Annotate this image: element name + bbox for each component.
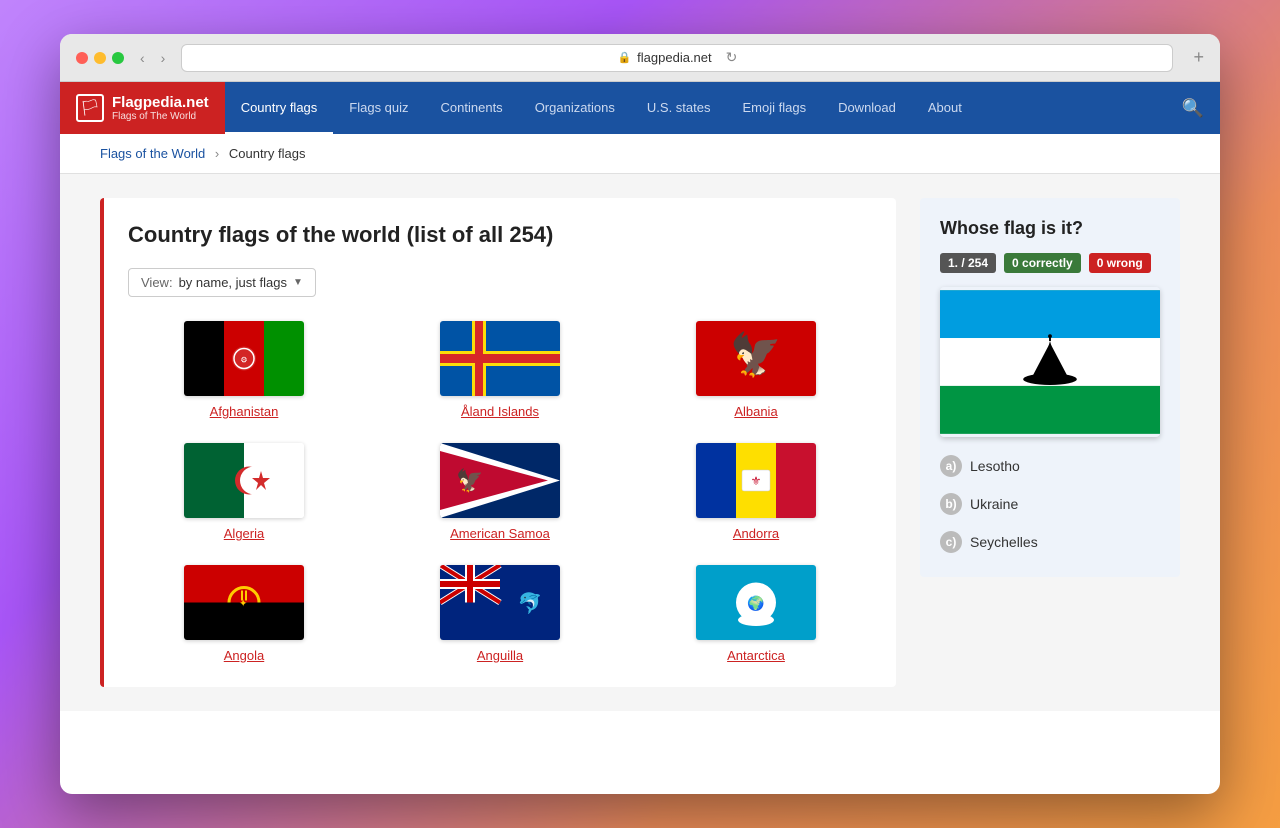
flag-item-angola[interactable]: ✦ Angola [128,565,360,663]
flag-item-antarctica[interactable]: 🌍 Antarctica [640,565,872,663]
option-letter-b: b) [940,493,962,515]
svg-text:⚜: ⚜ [751,474,762,488]
flag-item-american-samoa[interactable]: 🦅 American Samoa [384,443,616,541]
flags-grid: ⚙ Afghanistan [128,321,872,663]
nav-item-organizations[interactable]: Organizations [519,82,631,134]
flag-item-aland[interactable]: Åland Islands [384,321,616,419]
flag-name-antarctica[interactable]: Antarctica [727,648,785,663]
flag-item-afghanistan[interactable]: ⚙ Afghanistan [128,321,360,419]
flag-image-anguilla: 🐬 [440,565,560,640]
browser-nav: ‹ › [136,46,169,70]
flag-name-anguilla[interactable]: Anguilla [477,648,523,663]
flag-image-american-samoa: 🦅 [440,443,560,518]
option-letter-a: a) [940,455,962,477]
refresh-button[interactable]: ↻ [726,49,738,66]
breadcrumb-home[interactable]: Flags of the World [100,146,205,161]
flag-name-afghanistan[interactable]: Afghanistan [210,404,279,419]
content-area: Country flags of the world (list of all … [60,174,1220,711]
site-nav: 🏳 Flagpedia.net Flags of The World Count… [60,82,1220,134]
option-text-b: Ukraine [970,496,1018,512]
forward-button[interactable]: › [157,46,170,70]
right-panel: Whose flag is it? 1. / 254 0 correctly 0… [920,198,1180,577]
flag-name-algeria[interactable]: Algeria [224,526,264,541]
view-value: by name, just flags [179,275,287,290]
quiz-stats: 1. / 254 0 correctly 0 wrong [940,253,1160,273]
flag-name-american-samoa[interactable]: American Samoa [450,526,550,541]
breadcrumb-separator: › [215,146,219,161]
site-logo[interactable]: 🏳 Flagpedia.net Flags of The World [60,82,225,134]
back-button[interactable]: ‹ [136,46,149,70]
flag-image-andorra: ⚜ [696,443,816,518]
svg-text:🦅: 🦅 [730,329,782,379]
breadcrumb: Flags of the World › Country flags [60,134,1220,174]
flag-image-angola: ✦ [184,565,304,640]
address-bar[interactable]: 🔒 flagpedia.net ↻ [181,44,1173,72]
nav-item-flags-quiz[interactable]: Flags quiz [333,82,424,134]
svg-text:🦅: 🦅 [456,467,483,493]
nav-items: Country flags Flags quiz Continents Orga… [225,82,1166,134]
quiz-flag-image [940,287,1160,437]
browser-dots [76,52,124,64]
dot-close[interactable] [76,52,88,64]
quiz-option-b[interactable]: b) Ukraine [940,489,1160,519]
quiz-wrong: 0 wrong [1089,253,1151,273]
nav-item-about[interactable]: About [912,82,978,134]
nav-item-continents[interactable]: Continents [425,82,519,134]
quiz-correctly: 0 correctly [1004,253,1081,273]
svg-text:🐬: 🐬 [518,591,543,615]
quiz-option-c[interactable]: c) Seychelles [940,527,1160,557]
new-tab-button[interactable]: + [1193,47,1204,68]
nav-item-us-states[interactable]: U.S. states [631,82,727,134]
svg-text:🌍: 🌍 [747,595,764,612]
logo-text: Flagpedia.net Flags of The World [112,94,209,122]
quiz-option-a[interactable]: a) Lesotho [940,451,1160,481]
flag-item-albania[interactable]: 🦅 Albania [640,321,872,419]
svg-text:⚙: ⚙ [240,356,247,365]
browser-chrome: ‹ › 🔒 flagpedia.net ↻ + [60,34,1220,82]
logo-title: Flagpedia.net [112,94,209,111]
url-text: flagpedia.net [637,50,711,65]
flag-item-andorra[interactable]: ⚜ Andorra [640,443,872,541]
page-title: Country flags of the world (list of all … [128,222,872,248]
flag-item-algeria[interactable]: Algeria [128,443,360,541]
flag-image-antarctica: 🌍 [696,565,816,640]
flag-image-algeria [184,443,304,518]
dot-maximize[interactable] [112,52,124,64]
search-icon[interactable]: 🔍 [1166,82,1220,134]
quiz-count: 1. / 254 [940,253,996,273]
quiz-options: a) Lesotho b) Ukraine c) Seychelles [940,451,1160,557]
view-selector[interactable]: View: by name, just flags ▼ [128,268,316,297]
nav-item-emoji-flags[interactable]: Emoji flags [726,82,822,134]
main-content: Flags of the World › Country flags Count… [60,134,1220,711]
logo-icon: 🏳 [76,94,104,122]
flag-name-angola[interactable]: Angola [224,648,264,663]
chevron-down-icon: ▼ [293,277,303,288]
option-text-a: Lesotho [970,458,1020,474]
option-text-c: Seychelles [970,534,1038,550]
flag-name-albania[interactable]: Albania [734,404,777,419]
flag-image-afghanistan: ⚙ [184,321,304,396]
view-label: View: [141,275,173,290]
flag-image-aland [440,321,560,396]
lock-icon: 🔒 [617,51,631,64]
dot-minimize[interactable] [94,52,106,64]
quiz-title: Whose flag is it? [940,218,1160,239]
flag-name-aland[interactable]: Åland Islands [461,404,539,419]
flag-name-andorra[interactable]: Andorra [733,526,779,541]
option-letter-c: c) [940,531,962,553]
left-panel: Country flags of the world (list of all … [100,198,896,687]
flag-image-albania: 🦅 [696,321,816,396]
nav-item-country-flags[interactable]: Country flags [225,82,334,134]
breadcrumb-current: Country flags [229,146,306,161]
nav-item-download[interactable]: Download [822,82,912,134]
flag-item-anguilla[interactable]: 🐬 Anguilla [384,565,616,663]
browser-window: ‹ › 🔒 flagpedia.net ↻ + 🏳 Flagpedia.net … [60,34,1220,794]
logo-subtitle: Flags of The World [112,111,209,122]
